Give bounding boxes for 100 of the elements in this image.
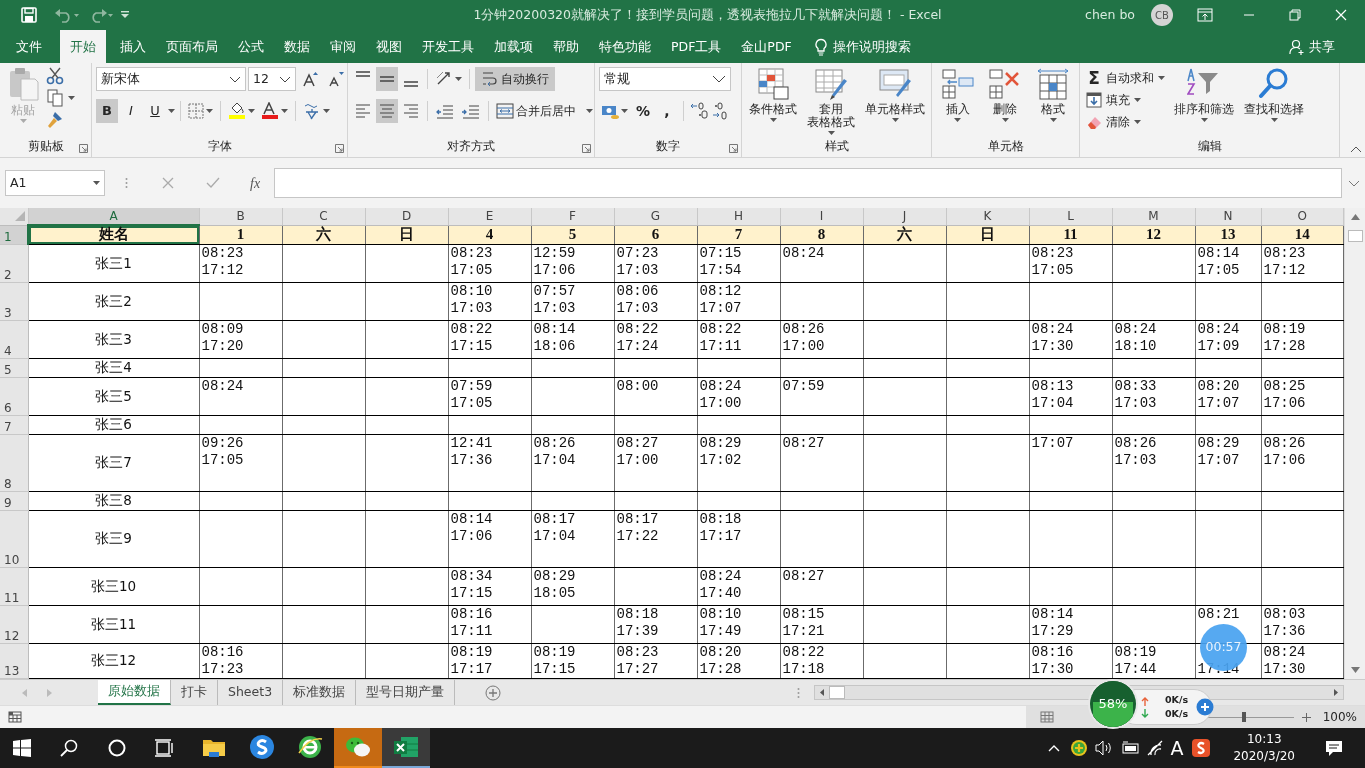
search-icon[interactable]: [60, 739, 78, 757]
column-header[interactable]: H: [697, 208, 780, 225]
row-header[interactable]: 4: [0, 320, 28, 358]
column-header[interactable]: F: [531, 208, 614, 225]
font-name-field[interactable]: 新宋体: [96, 67, 246, 91]
customize-icon[interactable]: [120, 10, 130, 20]
name-box[interactable]: A1: [5, 170, 105, 196]
sheet-tab[interactable]: 原始数据: [98, 680, 171, 705]
ribbon-display-icon[interactable]: [1197, 8, 1213, 22]
ribbon-tab[interactable]: 开始: [60, 30, 106, 63]
caret-icon[interactable]: [248, 109, 255, 113]
wrap-text-button[interactable]: 自动换行: [475, 67, 555, 91]
merge-center-button[interactable]: 合并后居中: [494, 99, 595, 123]
tell-me-button[interactable]: 操作说明搜索: [832, 30, 921, 63]
row-header[interactable]: 13: [0, 643, 28, 678]
column-header[interactable]: E: [448, 208, 531, 225]
column-header[interactable]: N: [1195, 208, 1261, 225]
column-header[interactable]: M: [1112, 208, 1195, 225]
input-method-button[interactable]: A: [1170, 733, 1184, 763]
avatar[interactable]: CB: [1151, 4, 1173, 26]
ribbon-tab[interactable]: 视图: [366, 30, 412, 63]
caret-icon[interactable]: [1200, 118, 1208, 122]
decrease-font-icon[interactable]: [328, 71, 344, 87]
collapse-ribbon-icon[interactable]: [1350, 146, 1362, 153]
scroll-down-icon[interactable]: [1350, 667, 1360, 673]
windows-start-icon[interactable]: [12, 738, 32, 758]
ribbon-tab[interactable]: PDF工具: [661, 30, 732, 63]
caret-icon[interactable]: [621, 109, 628, 113]
cortana-icon[interactable]: [108, 739, 126, 757]
caret-icon[interactable]: [769, 118, 777, 122]
normal-view-icon[interactable]: [1039, 711, 1054, 723]
caret-icon[interactable]: [1134, 119, 1141, 124]
ribbon-tab[interactable]: 金山PDF: [731, 30, 802, 63]
macro-record-icon[interactable]: [8, 711, 22, 723]
format-as-table-button[interactable]: 套用 表格格式: [804, 67, 858, 135]
ribbon-tab[interactable]: 加载项: [484, 30, 543, 63]
conditional-format-button[interactable]: 条件格式: [746, 67, 800, 122]
font-style-button[interactable]: I: [120, 99, 142, 123]
dialog-launcher-icon[interactable]: [729, 144, 738, 153]
caret-icon[interactable]: [1049, 118, 1057, 122]
ribbon-tab[interactable]: 审阅: [320, 30, 366, 63]
row-header[interactable]: 3: [0, 282, 28, 320]
insert-function-button[interactable]: fx: [250, 172, 261, 194]
ribbon-tab[interactable]: 帮助: [543, 30, 589, 63]
expand-formula-icon[interactable]: [1348, 179, 1360, 187]
ribbon-tab[interactable]: 开发工具: [412, 30, 484, 63]
caret-icon[interactable]: [93, 181, 100, 185]
column-header[interactable]: D: [365, 208, 448, 225]
scrollbar-thumb[interactable]: [1347, 230, 1363, 242]
row-header[interactable]: 6: [0, 377, 28, 415]
increase-font-icon[interactable]: [302, 71, 318, 87]
notification-icon[interactable]: [1325, 739, 1343, 757]
find-select-button[interactable]: 查找和选择: [1241, 67, 1307, 122]
ribbon-tab[interactable]: 插入: [110, 30, 156, 63]
number-format-button[interactable]: %: [632, 99, 654, 123]
zoom-in-icon[interactable]: [1301, 712, 1311, 722]
caret-icon[interactable]: [1002, 118, 1009, 122]
show-hidden-icons[interactable]: [1048, 744, 1061, 752]
column-header[interactable]: K: [946, 208, 1029, 225]
add-icon[interactable]: [1196, 698, 1215, 716]
column-header[interactable]: O: [1261, 208, 1344, 225]
column-header[interactable]: J: [863, 208, 946, 225]
middle-align-button[interactable]: [376, 67, 398, 91]
wifi-icon[interactable]: [1146, 740, 1165, 756]
caret-icon[interactable]: [954, 118, 962, 122]
row-header[interactable]: 8: [0, 434, 28, 491]
increase-decimal-icon[interactable]: [689, 102, 709, 120]
row-header[interactable]: 2: [0, 244, 28, 282]
close-icon[interactable]: [1335, 9, 1347, 21]
dialog-launcher-icon[interactable]: [335, 144, 344, 153]
caret-icon[interactable]: [168, 109, 175, 113]
row-header[interactable]: 11: [0, 567, 28, 605]
dialog-launcher-icon[interactable]: [582, 144, 591, 153]
row-header[interactable]: 10: [0, 510, 28, 567]
share-button[interactable]: 共享: [1279, 30, 1345, 63]
scroll-up-icon[interactable]: [1350, 214, 1360, 220]
font-style-button[interactable]: B: [96, 99, 118, 123]
column-header[interactable]: G: [614, 208, 697, 225]
ribbon-tab[interactable]: 页面布局: [156, 30, 228, 63]
font-style-button[interactable]: U: [144, 99, 166, 123]
caret-icon[interactable]: [1158, 75, 1165, 80]
delete-cells-button[interactable]: 删除: [985, 67, 1026, 122]
column-header[interactable]: C: [282, 208, 365, 225]
caret-icon[interactable]: [206, 109, 213, 113]
caret-icon[interactable]: [1270, 118, 1278, 122]
insert-cells-button[interactable]: 插入: [937, 67, 978, 122]
battery-icon[interactable]: [1120, 741, 1141, 755]
fill-button[interactable]: 填充: [1084, 89, 1167, 110]
column-header[interactable]: A: [28, 208, 199, 225]
undo-icon[interactable]: [54, 7, 80, 23]
zoom-slider-thumb[interactable]: [1241, 711, 1246, 722]
row-header[interactable]: 12: [0, 605, 28, 643]
copy-icon[interactable]: [46, 89, 64, 107]
column-header[interactable]: I: [780, 208, 863, 225]
ribbon-tab[interactable]: 数据: [274, 30, 320, 63]
number-format-button[interactable]: ,: [656, 99, 678, 123]
caret-icon[interactable]: [1134, 97, 1141, 102]
dialog-launcher-icon[interactable]: [79, 144, 88, 153]
scrollbar-thumb[interactable]: [829, 686, 846, 699]
add-sheet-icon[interactable]: [485, 684, 502, 701]
